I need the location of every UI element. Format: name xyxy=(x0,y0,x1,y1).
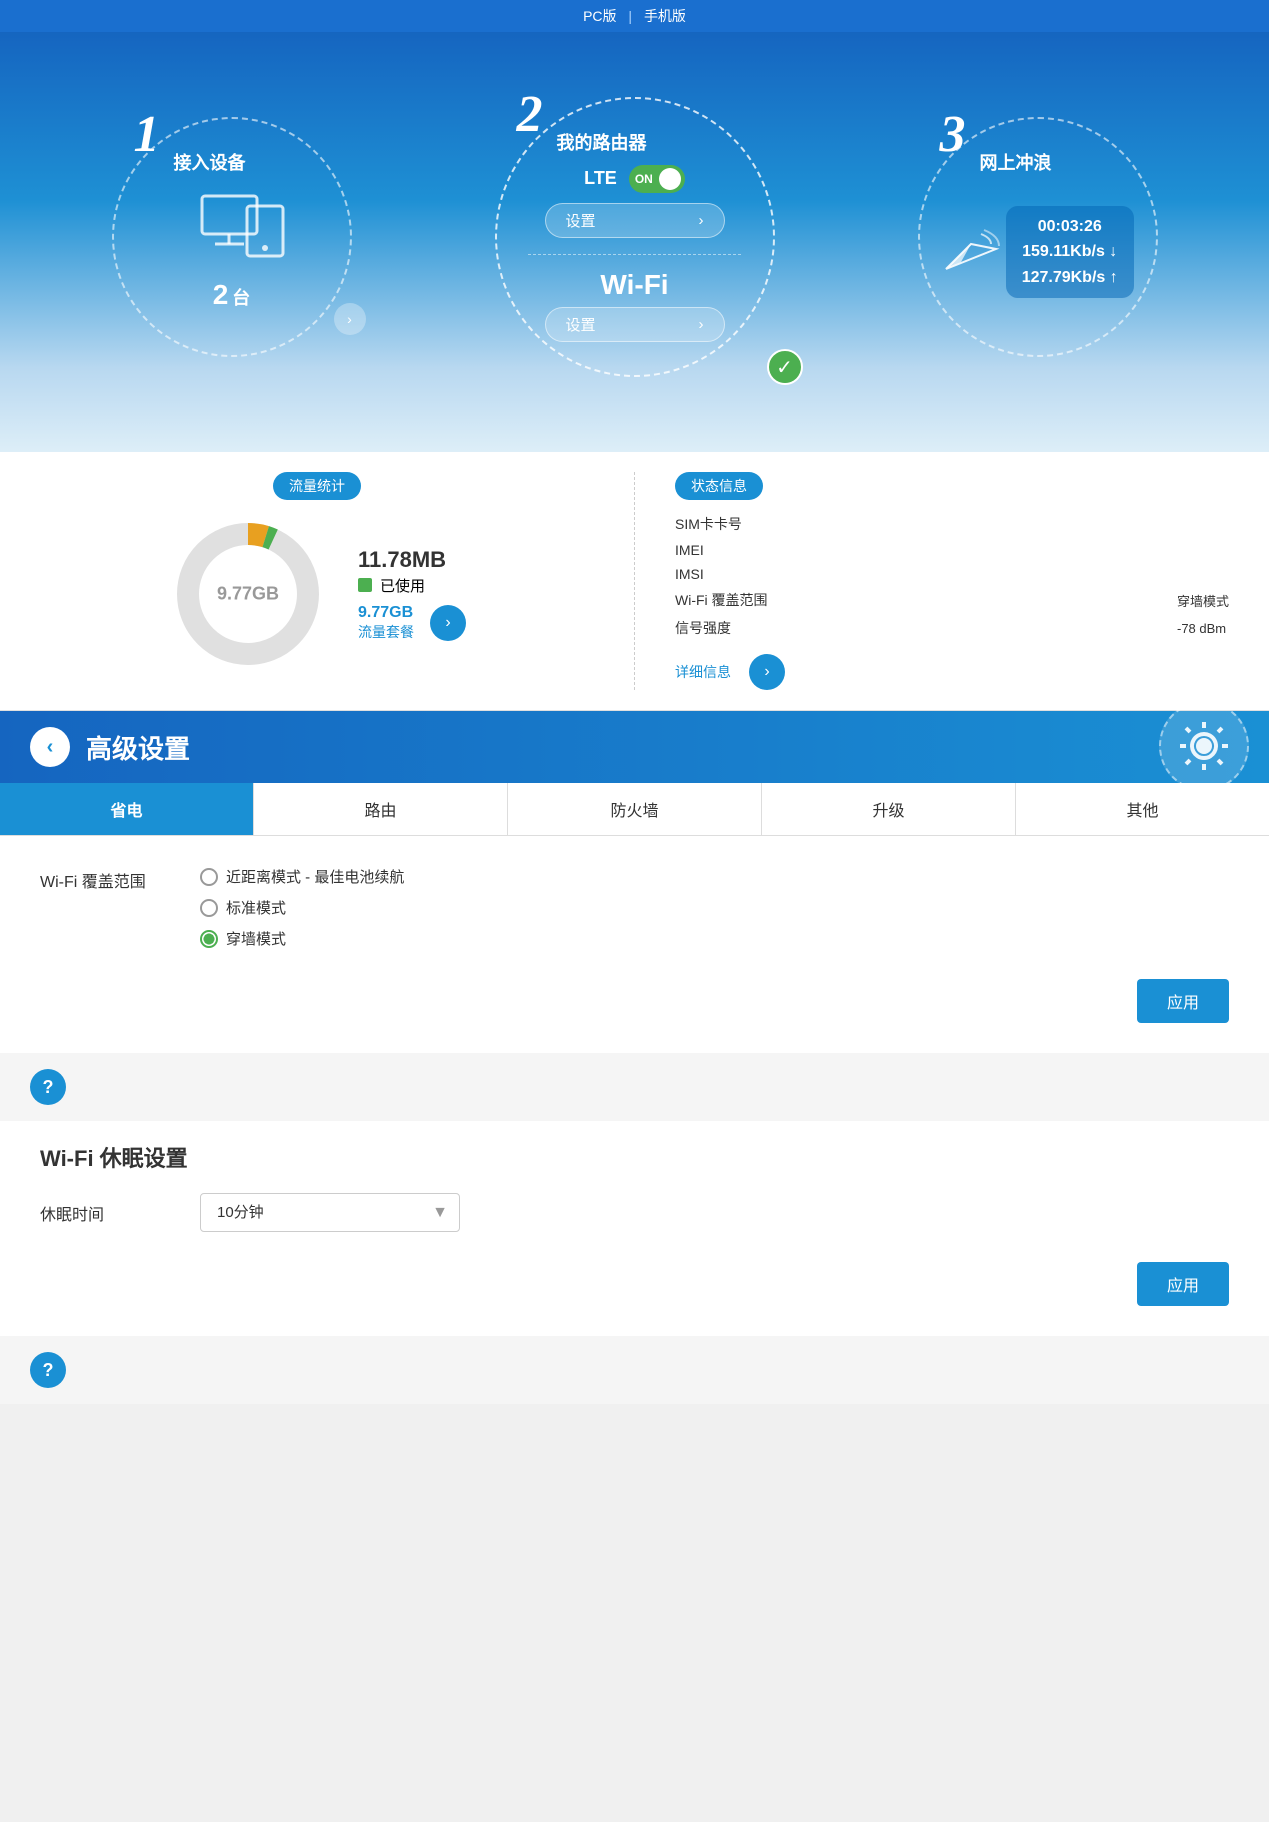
used-label: 已使用 xyxy=(380,575,425,596)
traffic-detail-btn[interactable]: › xyxy=(430,605,466,641)
signal-val: -78 dBm xyxy=(1177,621,1229,636)
help-section-1: ? xyxy=(0,1053,1269,1121)
setting-row-wifi: Wi-Fi 覆盖范围 近距离模式 - 最佳电池续航 标准模式 穿墙模式 xyxy=(40,866,1229,949)
wifi-sleep-title: Wi-Fi 休眠设置 xyxy=(40,1141,1229,1173)
divider: | xyxy=(628,8,632,24)
step2-number: 2 xyxy=(517,89,543,141)
mobile-version-link[interactable]: 手机版 xyxy=(644,8,686,24)
hero-section: 1 接入设备 2台 › 2 我的路由器 LTE xyxy=(0,32,1269,452)
traffic-badge: 流量统计 xyxy=(273,472,361,500)
gear-icon-large xyxy=(1159,701,1249,791)
donut-info: 11.78MB 已使用 9.77GB 流量套餐 › xyxy=(358,547,466,642)
status-badge: 状态信息 xyxy=(675,472,763,500)
wifi-sleep-section: Wi-Fi 休眠设置 休眠时间 10分钟 5分钟 15分钟 30分钟 永不 ▼ … xyxy=(0,1121,1269,1336)
tab-other[interactable]: 其他 xyxy=(1016,783,1269,835)
detail-arrow-btn[interactable]: › xyxy=(749,654,785,690)
used-mb: 11.78MB xyxy=(358,547,466,573)
top-bar: PC版 | 手机版 xyxy=(0,0,1269,32)
sleep-time-key: 休眠时间 xyxy=(40,1201,160,1225)
donut-area: 9.77GB 11.78MB 已使用 9.77GB 流量套餐 › xyxy=(168,514,466,674)
status-grid: SIM卡卡号 IMEI IMSI Wi-Fi 覆盖范围 穿墙模式 信号强度 -7… xyxy=(675,514,1229,638)
toggle-knob xyxy=(659,168,681,190)
radio-circle-wall xyxy=(200,930,218,948)
status-info: 状态信息 SIM卡卡号 IMEI IMSI Wi-Fi 覆盖范围 穿墙模式 信号… xyxy=(635,472,1229,690)
donut-center-label: 9.77GB xyxy=(217,584,279,605)
help-btn-1[interactable]: ? xyxy=(30,1069,66,1105)
imei-key: IMEI xyxy=(675,542,768,558)
tab-upgrade[interactable]: 升级 xyxy=(762,783,1016,835)
radio-circle-short xyxy=(200,868,218,886)
gear-icon xyxy=(1174,716,1234,776)
radio-wall-penetrate[interactable]: 穿墙模式 xyxy=(200,928,404,949)
tab-bar: 省电 路由 防火墙 升级 其他 xyxy=(0,783,1269,836)
stats-section: 流量统计 9.77GB 11.78MB 已使用 xyxy=(0,452,1269,711)
radio-standard-mode[interactable]: 标准模式 xyxy=(200,897,404,918)
used-dot xyxy=(358,578,372,592)
sleep-row: 休眠时间 10分钟 5分钟 15分钟 30分钟 永不 ▼ xyxy=(40,1193,1229,1232)
sleep-time-select-wrap: 10分钟 5分钟 15分钟 30分钟 永不 ▼ xyxy=(200,1193,460,1232)
radio-group-wifi-coverage: 近距离模式 - 最佳电池续航 标准模式 穿墙模式 xyxy=(200,866,404,949)
detail-link[interactable]: 详细信息 xyxy=(675,662,731,682)
tab-routing[interactable]: 路由 xyxy=(254,783,508,835)
lte-settings-btn[interactable]: 设置 › xyxy=(545,203,725,238)
back-btn[interactable]: ‹ xyxy=(30,727,70,767)
wifi-label: Wi-Fi xyxy=(600,269,668,301)
help-section-2: ? xyxy=(0,1336,1269,1404)
radio-short-range[interactable]: 近距离模式 - 最佳电池续航 xyxy=(200,866,404,887)
wifi-coverage-label: Wi-Fi 覆盖范围 xyxy=(40,866,160,892)
radio-circle-standard xyxy=(200,899,218,917)
step3-number: 3 xyxy=(940,109,966,161)
mode-val: 穿墙模式 xyxy=(1177,591,1229,610)
quota-label: 流量套餐 xyxy=(358,622,414,642)
wifi-coverage-settings: Wi-Fi 覆盖范围 近距离模式 - 最佳电池续航 标准模式 穿墙模式 应用 xyxy=(0,836,1269,1053)
step2-circle: 2 我的路由器 LTE ON 设置 › Wi-Fi 设置 › ✓ xyxy=(495,97,775,377)
tab-firewall[interactable]: 防火墙 xyxy=(508,783,762,835)
step3-circle: 3 网上冲浪 00:03:26 159.11Kb/s ↓ 127.79Kb/s … xyxy=(918,117,1158,357)
advanced-header: ‹ 高级设置 xyxy=(0,711,1269,783)
step1-label: 接入设备 xyxy=(174,149,246,175)
tablet-icon xyxy=(245,204,287,259)
traffic-stats: 流量统计 9.77GB 11.78MB 已使用 xyxy=(40,472,635,690)
paper-plane-icon xyxy=(941,224,1001,274)
toggle-on-text: ON xyxy=(635,172,653,186)
wifi-coverage-key: Wi-Fi 覆盖范围 xyxy=(675,590,768,610)
tab-power-saving[interactable]: 省电 xyxy=(0,783,254,835)
apply-btn-coverage[interactable]: 应用 xyxy=(1137,979,1229,1023)
advanced-title: 高级设置 xyxy=(86,729,190,766)
step1-number: 1 xyxy=(134,109,160,161)
lte-toggle[interactable]: ON xyxy=(629,165,685,193)
lte-label: LTE xyxy=(584,168,617,189)
step1-arrow[interactable]: › xyxy=(334,303,366,335)
imsi-key: IMSI xyxy=(675,566,768,582)
quota-gb: 9.77GB xyxy=(358,604,414,622)
wifi-settings-btn[interactable]: 设置 › xyxy=(545,307,725,342)
step1-circle: 1 接入设备 2台 › xyxy=(112,117,352,357)
device-count: 2台 xyxy=(213,279,251,311)
internet-time: 00:03:26 159.11Kb/s ↓ 127.79Kb/s ↑ xyxy=(1022,214,1118,291)
step2-label: 我的路由器 xyxy=(557,129,647,155)
donut-chart: 9.77GB xyxy=(168,514,328,674)
step3-label: 网上冲浪 xyxy=(980,149,1052,175)
check-badge: ✓ xyxy=(767,349,803,385)
pc-version-link[interactable]: PC版 xyxy=(583,8,616,24)
sim-key: SIM卡卡号 xyxy=(675,514,768,534)
apply-btn-sleep[interactable]: 应用 xyxy=(1137,1262,1229,1306)
sleep-time-select[interactable]: 10分钟 5分钟 15分钟 30分钟 永不 xyxy=(200,1193,460,1232)
lte-row: LTE ON xyxy=(584,165,685,193)
help-btn-2[interactable]: ? xyxy=(30,1352,66,1388)
signal-key: 信号强度 xyxy=(675,618,768,638)
